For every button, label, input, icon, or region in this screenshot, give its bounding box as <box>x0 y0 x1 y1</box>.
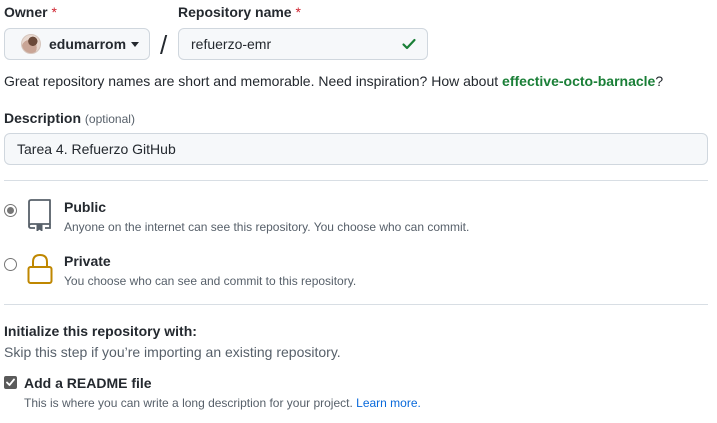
divider <box>4 304 708 305</box>
caret-down-icon <box>131 41 140 47</box>
repo-book-icon <box>27 199 53 234</box>
public-option-title: Public <box>64 199 107 215</box>
readme-description: This is where you can write a long descr… <box>24 396 421 410</box>
initialize-subtitle: Skip this step if you’re importing an ex… <box>4 344 341 360</box>
owner-label-text: Owner <box>4 4 48 20</box>
private-radio[interactable] <box>4 258 17 271</box>
owner-repo-separator: / <box>160 30 168 60</box>
readme-description-text: This is where you can write a long descr… <box>24 396 357 410</box>
checkmark-icon <box>6 378 15 386</box>
required-asterisk: * <box>51 4 57 20</box>
readme-label[interactable]: Add a README file <box>24 375 152 391</box>
public-radio[interactable] <box>4 204 17 217</box>
repo-name-input[interactable] <box>178 28 428 60</box>
description-label-text: Description <box>4 110 82 126</box>
check-icon <box>401 36 417 55</box>
owner-name: edumarrom <box>49 36 127 52</box>
suggested-name-link[interactable]: effective-octo-barnacle <box>502 73 655 89</box>
required-asterisk: * <box>295 4 301 20</box>
lock-icon <box>27 253 53 288</box>
public-option-description: Anyone on the internet can see this repo… <box>64 220 470 234</box>
hint-suffix: ? <box>655 73 664 89</box>
repo-name-label-text: Repository name <box>178 4 292 20</box>
optional-tag: (optional) <box>84 112 135 126</box>
description-label: Description (optional) <box>4 110 135 126</box>
owner-label: Owner * <box>4 4 57 20</box>
readme-checkbox[interactable] <box>4 376 17 389</box>
hint-text: Great repository names are short and mem… <box>4 73 503 89</box>
private-option-title: Private <box>64 253 111 269</box>
divider <box>4 180 708 181</box>
repo-name-label: Repository name * <box>178 4 301 20</box>
description-input[interactable] <box>4 133 708 165</box>
private-option-description: You choose who can see and commit to thi… <box>64 274 357 288</box>
avatar <box>21 34 41 54</box>
learn-more-link[interactable]: Learn more. <box>356 396 421 410</box>
repo-name-hint: Great repository names are short and mem… <box>4 73 663 89</box>
owner-select-button[interactable]: edumarrom <box>4 28 150 60</box>
initialize-title: Initialize this repository with: <box>4 323 197 339</box>
